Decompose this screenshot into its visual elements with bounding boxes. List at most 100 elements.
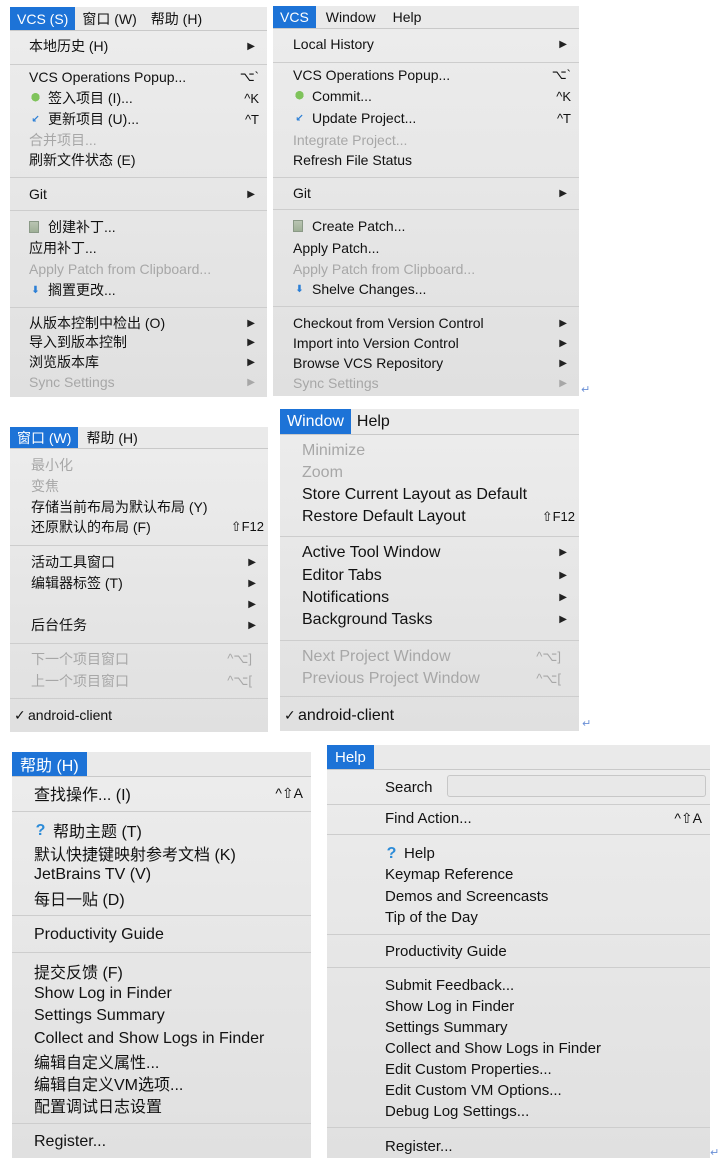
menu-item-zoom: Zoom xyxy=(302,463,343,481)
menu-item-editor-tabs[interactable]: 编辑器标签 (T) ▶ xyxy=(31,573,268,593)
menu-item-notifications[interactable]: Notifications ▶ xyxy=(302,587,579,608)
search-input[interactable] xyxy=(447,775,706,797)
menu-item-store-layout[interactable]: 存储当前布局为默认布局 (Y) xyxy=(31,497,268,517)
menu-item-register[interactable]: Register... xyxy=(34,1131,311,1153)
menu-item-import[interactable]: 导入到版本控制 ▶ xyxy=(29,332,267,352)
return-mark-icon: ↵ xyxy=(581,384,591,396)
submenu-arrow-icon: ▶ xyxy=(559,547,567,558)
menu-item-notifications[interactable]: ▶ xyxy=(31,594,268,614)
menu-item-import[interactable]: Import into Version Control ▶ xyxy=(293,333,579,353)
window-menu-cn: 窗口 (W) 帮助 (H) 最小化 变焦 存储当前布局为默认布局 (Y) 还原默… xyxy=(10,427,268,732)
return-mark-icon: ↵ xyxy=(582,718,592,730)
checkmark-icon: ✓ xyxy=(284,707,296,723)
menu-item-edit-custom-vm-options[interactable]: 编辑自定义VM选项... xyxy=(34,1072,311,1094)
menu-item-tip-of-day[interactable]: Tip of the Day xyxy=(385,907,710,927)
menu-item-sync-settings: Sync Settings ▶ xyxy=(29,372,267,392)
menu-item-apply-patch[interactable]: Apply Patch... xyxy=(293,238,579,258)
submenu-arrow-icon: ▶ xyxy=(559,377,567,389)
menu-item-local-history[interactable]: 本地历史 (H) ▶ xyxy=(29,36,267,56)
menu-item-show-log[interactable]: Show Log in Finder xyxy=(34,983,311,1005)
menu-item-find-action[interactable]: 查找操作... (I) ^⇧A xyxy=(34,782,311,805)
menu-item-create-patch[interactable]: Create Patch... xyxy=(293,216,579,236)
help-menu-cn: 帮助 (H) 查找操作... (I) ^⇧A ? 帮助主题 (T) 默认快捷键映射参… xyxy=(12,752,311,1158)
menu-item-minimize: 最小化 xyxy=(31,457,73,473)
menu-item-submit-feedback[interactable]: Submit Feedback... xyxy=(385,975,710,995)
menu-item-show-log[interactable]: Show Log in Finder xyxy=(385,996,710,1016)
menu-item-commit[interactable]: 签入项目 (I)... ^K xyxy=(29,88,267,108)
menu-item-integrate-project: Integrate Project... xyxy=(293,132,408,148)
submenu-arrow-icon: ▶ xyxy=(247,356,255,368)
menu-item-checkout[interactable]: Checkout from Version Control ▶ xyxy=(293,313,579,333)
menu-item-shelve-changes[interactable]: ⬇ Shelve Changes... xyxy=(293,279,579,299)
menu-item-restore-layout[interactable]: Restore Default Layout ⇧F12 xyxy=(302,506,579,527)
checkmark-icon: ✓ xyxy=(14,706,26,723)
menu-item-android-client[interactable]: ✓ android-client xyxy=(284,705,579,726)
menu-item-edit-custom-properties[interactable]: Edit Custom Properties... xyxy=(385,1059,710,1079)
menu-item-keymap-reference[interactable]: 默认快捷键映射参考文档 (K) xyxy=(34,842,311,864)
menu-item-help[interactable]: ? Help xyxy=(385,843,710,863)
menu-item-debug-log-settings[interactable]: Debug Log Settings... xyxy=(385,1101,710,1121)
menu-item-browse-repo[interactable]: Browse VCS Repository ▶ xyxy=(293,353,579,373)
patch-icon xyxy=(293,220,303,232)
shelve-icon: ⬇ xyxy=(295,283,304,295)
menu-item-collect-logs[interactable]: Collect and Show Logs in Finder xyxy=(385,1038,710,1058)
menu-item-shelve-changes[interactable]: ⬇ 搁置更改... xyxy=(29,280,267,300)
menu-item-tip-of-day[interactable]: 每日一贴 (D) xyxy=(34,887,311,909)
submenu-arrow-icon: ▶ xyxy=(247,336,255,348)
menu-item-submit-feedback[interactable]: 提交反馈 (F) xyxy=(34,960,311,982)
submenu-arrow-icon: ▶ xyxy=(247,40,255,52)
help-icon: ? xyxy=(386,844,397,862)
menu-item-git[interactable]: Git ▶ xyxy=(29,184,267,204)
menu-item-active-tool-window[interactable]: Active Tool Window ▶ xyxy=(302,542,579,563)
menu-item-refresh-file-status[interactable]: 刷新文件状态 (E) xyxy=(29,150,267,170)
menu-item-background-tasks[interactable]: 后台任务 ▶ xyxy=(31,615,268,635)
submenu-arrow-icon: ▶ xyxy=(559,38,567,50)
menu-item-update-project[interactable]: ↙ Update Project... ^T xyxy=(293,108,579,128)
menu-item-browse-repo[interactable]: 浏览版本库 ▶ xyxy=(29,352,267,372)
menu-item-editor-tabs[interactable]: Editor Tabs ▶ xyxy=(302,565,579,586)
menu-item-android-client[interactable]: ✓ android-client xyxy=(14,705,268,725)
menu-item-demos[interactable]: Demos and Screencasts xyxy=(385,886,710,906)
menu-item-vcs-operations-popup[interactable]: VCS Operations Popup... ⌥` xyxy=(293,65,579,85)
menu-item-collect-logs[interactable]: Collect and Show Logs in Finder xyxy=(34,1028,311,1050)
menu-item-commit[interactable]: Commit... ^K xyxy=(293,86,579,106)
menu-item-restore-layout[interactable]: 还原默认的布局 (F) ⇧F12 xyxy=(31,517,268,537)
menu-item-settings-summary[interactable]: Settings Summary xyxy=(385,1017,710,1037)
menu-item-refresh-file-status[interactable]: Refresh File Status xyxy=(293,150,579,170)
menu-item-sync-settings: Sync Settings ▶ xyxy=(293,373,579,393)
menu-item-productivity-guide[interactable]: Productivity Guide xyxy=(385,941,710,961)
menu-item-local-history[interactable]: Local History ▶ xyxy=(293,34,579,54)
menu-item-apply-patch[interactable]: 应用补丁... xyxy=(29,238,267,258)
shelve-icon: ⬇ xyxy=(31,284,40,296)
menu-item-background-tasks[interactable]: Background Tasks ▶ xyxy=(302,609,579,630)
help-icon: ? xyxy=(35,821,46,839)
menu-item-create-patch[interactable]: 创建补丁... xyxy=(29,217,267,237)
menu-item-next-project-window: Next Project Window ^⌥] xyxy=(302,647,561,665)
menu-item-jetbrains-tv[interactable]: JetBrains TV (V) xyxy=(34,864,311,886)
submenu-arrow-icon: ▶ xyxy=(559,357,567,369)
submenu-arrow-icon: ▶ xyxy=(247,188,255,200)
menu-item-zoom: 变焦 xyxy=(31,478,59,494)
menubar-help[interactable]: Help xyxy=(327,745,374,769)
menu-item-help-topics[interactable]: ? 帮助主题 (T) xyxy=(34,819,311,841)
menu-item-next-project-window: 下一个项目窗口 ^⌥] xyxy=(31,651,252,667)
menu-item-find-action[interactable]: Find Action... ^⇧A xyxy=(385,808,710,828)
menu-item-edit-custom-properties[interactable]: 编辑自定义属性... xyxy=(34,1050,311,1072)
submenu-arrow-icon: ▶ xyxy=(559,317,567,329)
menu-item-keymap-reference[interactable]: Keymap Reference xyxy=(385,864,710,884)
submenu-arrow-icon: ▶ xyxy=(559,592,567,603)
menu-item-checkout[interactable]: 从版本控制中检出 (O) ▶ xyxy=(29,313,267,333)
menu-item-update-project[interactable]: ↙ 更新项目 (U)... ^T xyxy=(29,109,267,129)
menu-item-vcs-operations-popup[interactable]: VCS Operations Popup... ⌥` xyxy=(29,67,267,87)
menu-item-productivity-guide[interactable]: Productivity Guide xyxy=(34,924,311,946)
update-icon: ↙ xyxy=(31,113,40,125)
menu-item-git[interactable]: Git ▶ xyxy=(293,183,579,203)
submenu-arrow-icon: ▶ xyxy=(247,376,255,388)
vcs-menu-cn: VCS (S) 窗口 (W) 帮助 (H) 本地历史 (H) ▶ VCS Oper… xyxy=(10,7,267,397)
menu-item-edit-custom-vm-options[interactable]: Edit Custom VM Options... xyxy=(385,1080,710,1100)
menu-item-register[interactable]: Register... xyxy=(385,1136,710,1156)
menu-item-settings-summary[interactable]: Settings Summary xyxy=(34,1005,311,1027)
menu-item-debug-log-settings[interactable]: 配置调试日志设置 xyxy=(34,1094,311,1116)
menu-item-store-layout[interactable]: Store Current Layout as Default xyxy=(302,484,579,505)
menu-item-active-tool-window[interactable]: 活动工具窗口 ▶ xyxy=(31,552,268,572)
